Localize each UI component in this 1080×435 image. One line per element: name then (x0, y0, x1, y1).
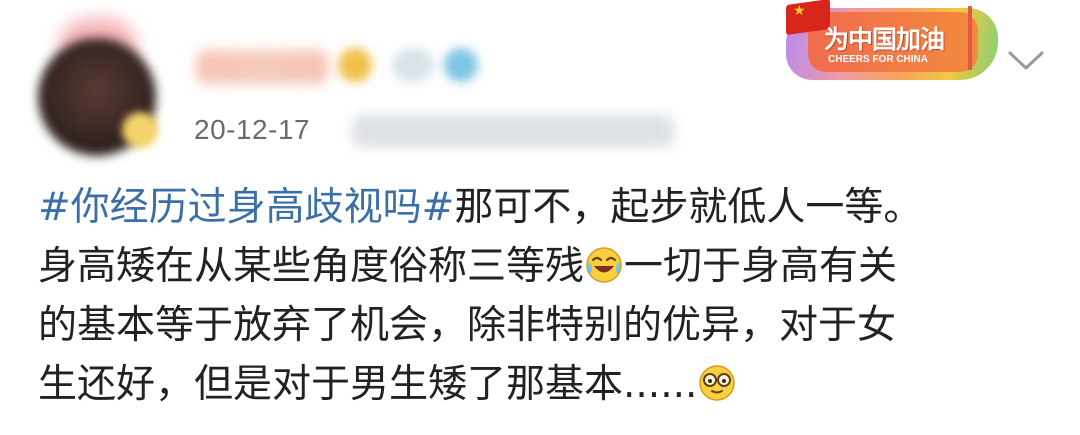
post-text: #你经历过身高歧视吗#那可不，起步就低人一等。 身高矮在从某些角度俗称三等残 一… (38, 178, 1048, 414)
flag-star-icon: ★ (793, 3, 806, 19)
verified-badge-icon (122, 112, 158, 148)
cheers-for-china-sticker: ★ 为中国加油 CHEERS FOR CHINA (778, 0, 1004, 88)
text-segment: 一切于身高有关 (624, 244, 898, 289)
text-line-1: #你经历过身高歧视吗#那可不，起步就低人一等。 (38, 178, 1048, 237)
nerd-glasses-emoji-icon (699, 365, 736, 401)
fan-badge-icon (444, 48, 478, 82)
text-segment: 那可不，起步就低人一等。 (454, 185, 923, 230)
topic-hashtag-link[interactable]: #你经历过身高歧视吗# (38, 185, 454, 230)
sticker-title: 为中国加油 (824, 25, 945, 54)
text-segment: 生还好，但是对于男生矮了那基本...... (38, 362, 698, 407)
sticker-subtitle: CHEERS FOR CHINA (828, 54, 929, 65)
text-line-4: 生还好，但是对于男生矮了那基本...... (38, 355, 1048, 414)
text-segment: 身高矮在从某些角度俗称三等残 (38, 244, 585, 289)
laugh-cry-emoji-icon (586, 247, 622, 283)
chevron-down-icon[interactable] (1006, 48, 1046, 74)
weibo-post-card: 20-12-17 ★ 为中国加油 CHEERS FOR CHINA #你经历过身… (0, 0, 1080, 435)
text-line-3: 的基本等于放弃了机会，除非特别的优异，对于女 (38, 296, 1048, 355)
text-line-2: 身高矮在从某些角度俗称三等残 一切于身高有关 (38, 237, 1048, 296)
tower-icon (968, 6, 972, 70)
member-badge-icon (392, 48, 434, 82)
username-blurred[interactable] (196, 50, 328, 84)
post-source-blurred (352, 115, 674, 147)
level-badge-icon (338, 48, 372, 82)
post-date: 20-12-17 (194, 114, 311, 145)
text-segment: 的基本等于放弃了机会，除非特别的优异，对于女 (38, 303, 897, 348)
